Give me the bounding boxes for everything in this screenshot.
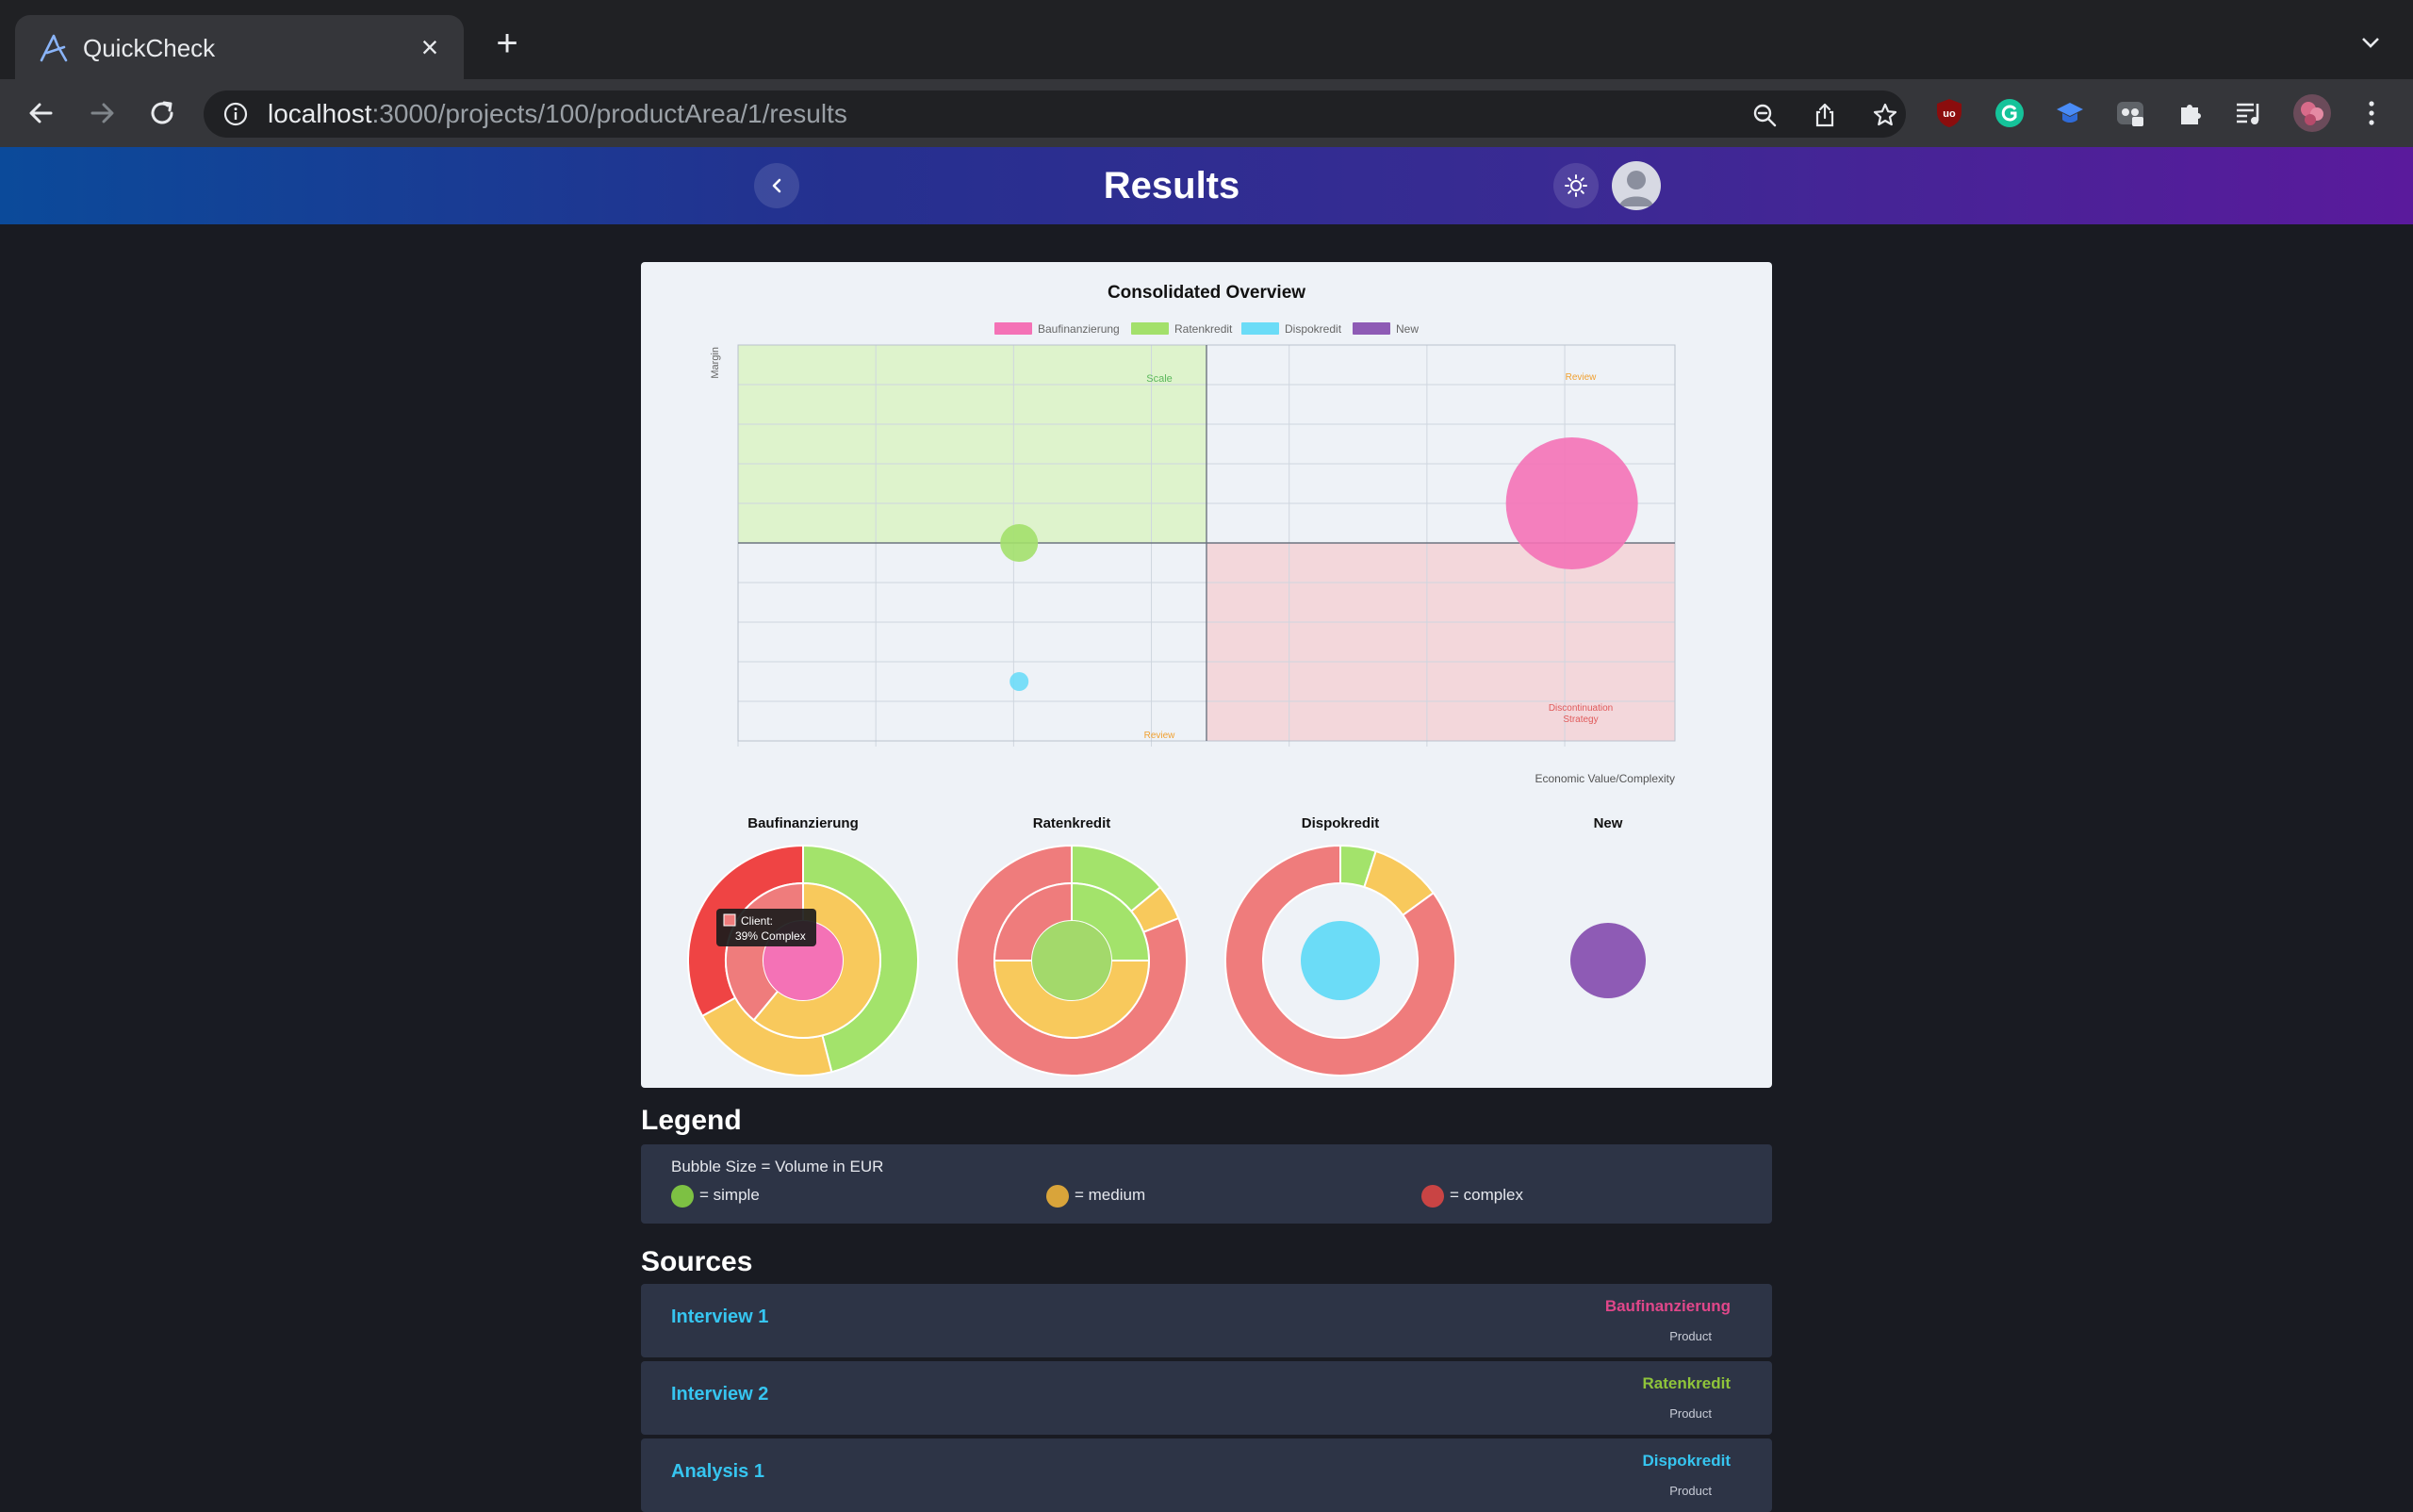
source-product: Dispokredit: [1642, 1452, 1731, 1470]
chevron-left-icon: [772, 178, 781, 193]
source-product-caption: Product: [1669, 1484, 1712, 1498]
new-tab-icon[interactable]: +: [488, 25, 526, 62]
user-avatar[interactable]: [1612, 161, 1661, 210]
legend-heading: Legend: [641, 1105, 742, 1136]
close-tab-icon[interactable]: ×: [413, 30, 447, 64]
zoom-out-icon[interactable]: [1751, 102, 1778, 128]
user-icon: [1619, 171, 1653, 206]
source-name[interactable]: Analysis 1: [671, 1461, 764, 1483]
legend-swatch: [994, 322, 1032, 335]
donut-title: Baufinanzierung: [747, 815, 859, 831]
quickcheck-logo-icon: [40, 34, 68, 62]
chevron-down-icon[interactable]: [2356, 28, 2385, 57]
donut-title: Dispokredit: [1302, 815, 1380, 831]
legend-swatch: [1241, 322, 1279, 335]
reload-icon[interactable]: [143, 94, 181, 132]
legend-label: Ratenkredit: [1174, 322, 1233, 336]
donut-title: New: [1594, 815, 1623, 831]
theme-toggle-button[interactable]: [1553, 163, 1599, 208]
chart-title: Consolidated Overview: [1108, 283, 1305, 303]
legend-item-simple: = simple: [671, 1184, 760, 1208]
red-dot-icon: [1421, 1184, 1444, 1208]
source-name[interactable]: Interview 2: [671, 1384, 768, 1405]
chart-card: Consolidated Overview Baufinanzierung Rate…: [641, 262, 1772, 1088]
donut-center: [1032, 921, 1111, 1000]
orange-dot-icon: [1046, 1184, 1069, 1208]
quadrant-label-scale: Scale: [1146, 373, 1173, 385]
charts-canvas: Consolidated Overview Baufinanzierung Rate…: [687, 283, 1676, 1076]
legend-caption: Bubble Size = Volume in EUR: [671, 1158, 884, 1175]
legend-label: Dispokredit: [1285, 322, 1342, 336]
graduation-cap-extension-icon[interactable]: [2053, 96, 2087, 130]
site-info-icon[interactable]: [222, 101, 249, 127]
legend-label: Baufinanzierung: [1038, 322, 1120, 336]
donut-chart: Dispokredit: [1224, 815, 1456, 1076]
source-row[interactable]: Analysis 1 Dispokredit Product: [641, 1438, 1772, 1512]
legend-item-medium: = medium: [1046, 1184, 1145, 1208]
browser-menu-icon[interactable]: [2355, 96, 2388, 130]
legend-entry: Baufinanzierung: [994, 322, 1120, 336]
back-arrow-icon[interactable]: [23, 94, 60, 132]
page-title: Results: [1103, 165, 1240, 206]
legend-box: Bubble Size = Volume in EUR = simple = m…: [641, 1144, 1772, 1224]
browser-tabstrip: QuickCheck × +: [0, 0, 2413, 79]
forward-arrow-icon[interactable]: [83, 94, 121, 132]
grammarly-extension-icon[interactable]: [1993, 96, 2027, 130]
browser-tab[interactable]: QuickCheck ×: [15, 15, 464, 79]
legend-item-complex: = complex: [1421, 1184, 1523, 1208]
donut-title: Ratenkredit: [1033, 815, 1111, 831]
donut-chart: Baufinanzierung Client:39% Complex: [687, 815, 919, 1076]
legend-entry: New: [1353, 322, 1419, 336]
sources-heading: Sources: [641, 1246, 753, 1277]
tooltip-swatch: [723, 913, 736, 927]
extensions-puzzle-icon[interactable]: [2174, 96, 2208, 130]
share-icon[interactable]: [1812, 102, 1838, 128]
address-bar[interactable]: localhost:3000/projects/100/productArea/…: [204, 90, 1906, 138]
bubble-ratenkredit: [1000, 524, 1039, 562]
source-name[interactable]: Interview 1: [671, 1307, 768, 1328]
green-dot-icon: [671, 1184, 694, 1208]
x-axis-label: Economic Value/Complexity: [1535, 772, 1675, 785]
quadrant-scale: [738, 345, 1206, 543]
y-axis-label: Margin: [710, 347, 721, 379]
source-product-caption: Product: [1669, 1406, 1712, 1421]
legend-entry: Ratenkredit: [1131, 322, 1233, 336]
svg-text:uo: uo: [1943, 108, 1956, 120]
donut-center: [1301, 921, 1380, 1000]
bubble-dispokredit: [1010, 672, 1029, 691]
tooltip-text: 39% Complex: [735, 929, 806, 943]
source-row[interactable]: Interview 2 Ratenkredit Product: [641, 1361, 1772, 1435]
donut-center: [1570, 923, 1646, 998]
url-text: localhost:3000/projects/100/productArea/…: [268, 99, 847, 128]
legend-label: New: [1396, 322, 1419, 336]
donut-tooltip: Client:39% Complex: [716, 909, 816, 946]
bookmark-star-icon[interactable]: [1872, 102, 1898, 128]
quadrant-label-review: Review: [1566, 372, 1598, 383]
legend-swatch: [1131, 322, 1169, 335]
donut-chart: New: [1570, 815, 1646, 998]
ublock-extension-icon[interactable]: uo: [1932, 96, 1966, 130]
sun-icon: [1565, 174, 1587, 197]
source-row[interactable]: Interview 1 Baufinanzierung Product: [641, 1284, 1772, 1357]
source-product-caption: Product: [1669, 1329, 1712, 1343]
app-header: Results: [0, 147, 2413, 224]
tab-title: QuickCheck: [83, 34, 216, 62]
media-playlist-icon[interactable]: [2232, 96, 2266, 130]
source-product: Ratenkredit: [1642, 1374, 1731, 1392]
source-product: Baufinanzierung: [1604, 1297, 1731, 1315]
tooltip-title: Client:: [741, 914, 773, 928]
quadrant-label-review: Review: [1144, 731, 1176, 741]
legend-swatch: [1353, 322, 1390, 335]
donut-chart: Ratenkredit: [956, 815, 1188, 1076]
incognito-extension-icon[interactable]: [2113, 96, 2147, 130]
back-button[interactable]: [754, 163, 799, 208]
legend-entry: Dispokredit: [1241, 322, 1342, 336]
bubble-baufinanzierung: [1505, 437, 1638, 569]
profile-avatar-icon[interactable]: [2292, 93, 2332, 133]
